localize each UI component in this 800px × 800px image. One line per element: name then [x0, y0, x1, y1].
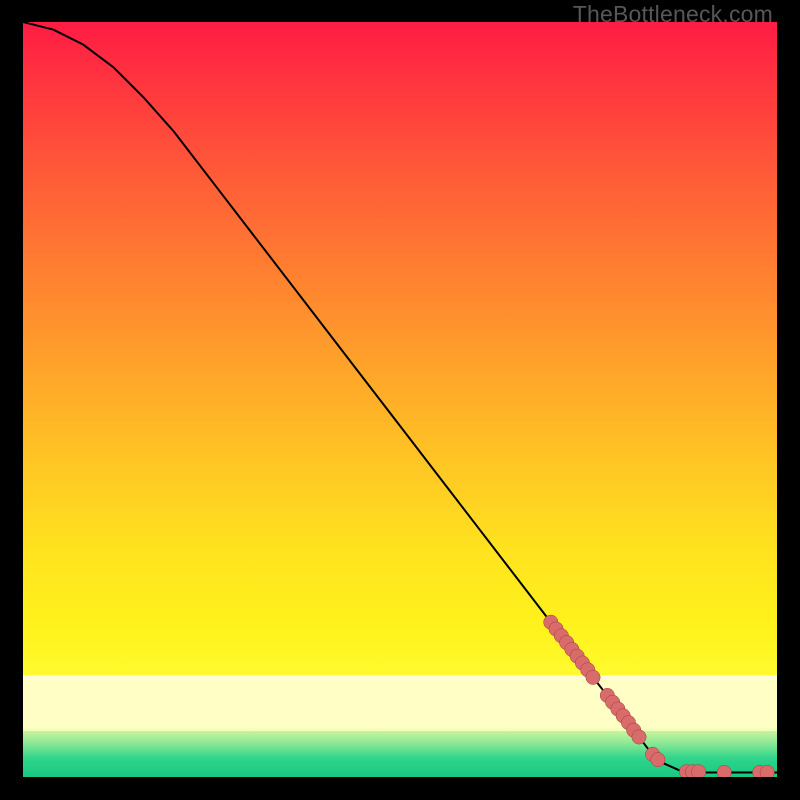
data-marker: [586, 670, 600, 684]
data-marker: [632, 730, 646, 744]
data-marker: [651, 752, 665, 766]
chart-plot-layer: [23, 22, 777, 777]
chart-curve: [23, 22, 777, 772]
data-marker: [760, 765, 774, 777]
chart-markers: [544, 615, 775, 777]
data-marker: [717, 765, 731, 777]
curve-path: [23, 22, 777, 772]
data-marker: [691, 765, 705, 777]
chart-frame: [23, 22, 777, 777]
